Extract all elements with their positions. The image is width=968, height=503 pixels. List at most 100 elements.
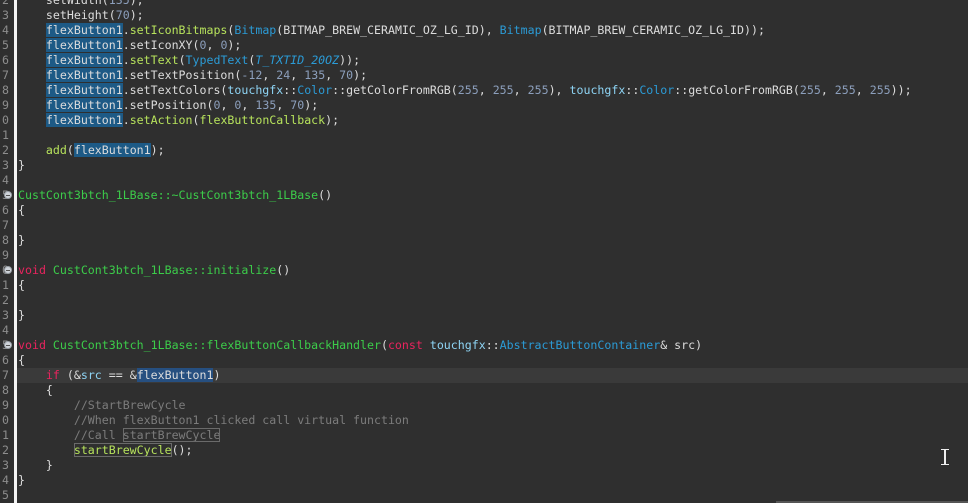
code-token: ); [353, 68, 368, 82]
code-line[interactable]: flexButton1.setIconXY(0, 0); [17, 38, 968, 53]
code-token: 135 [304, 68, 326, 82]
code-line[interactable] [17, 248, 968, 263]
code-token: flexButton1 [45, 113, 123, 127]
code-line[interactable]: CustCont3btch_1LBase::~CustCont3btch_1LB… [17, 188, 968, 203]
code-line[interactable] [17, 128, 968, 143]
line-number-text: 8 [2, 83, 9, 97]
line-number-text: 0 [2, 113, 9, 127]
code-line[interactable]: { [17, 383, 968, 398]
code-token: & src) [660, 338, 703, 352]
line-number-text: 7 [2, 68, 9, 82]
line-number: 2 [0, 0, 14, 8]
code-line[interactable]: flexButton1.setAction(flexButtonCallback… [17, 113, 968, 128]
code-token: setText [129, 53, 179, 67]
line-number-text: 3 [2, 458, 9, 472]
code-token: , [220, 98, 235, 112]
code-text: flexButton1.setAction(flexButtonCallback… [18, 113, 339, 128]
code-token: //Call [73, 428, 123, 442]
line-number: 2 [0, 143, 14, 158]
code-token: } [18, 308, 25, 322]
line-number-text: 2 [2, 443, 9, 457]
code-token: ( [66, 143, 74, 157]
line-number-text: 4 [2, 23, 9, 37]
code-token: touchgfx [227, 83, 284, 97]
code-line[interactable]: flexButton1.setIconBitmaps(Bitmap(BITMAP… [17, 23, 968, 38]
code-text: void CustCont3btch_1LBase::initialize() [18, 263, 290, 278]
code-line[interactable]: flexButton1.setText(TypedText(T_TXTID_20… [17, 53, 968, 68]
code-token: , [820, 83, 835, 97]
code-token: , [325, 68, 340, 82]
code-text: } [18, 308, 25, 323]
line-number-text: 7 [2, 218, 9, 232]
code-text: } [18, 158, 25, 173]
code-text: flexButton1.setTextColors(touchgfx::Colo… [18, 83, 912, 98]
code-line[interactable]: } [17, 473, 968, 488]
code-text: flexButton1.setText(TypedText(T_TXTID_20… [18, 53, 360, 68]
fold-collapse-icon[interactable] [4, 341, 12, 349]
code-line[interactable]: startBrewCycle(); [17, 443, 968, 458]
line-number-text: 4 [2, 323, 9, 337]
code-token: . [122, 113, 130, 127]
code-line[interactable]: } [17, 308, 968, 323]
code-token: == & [101, 368, 137, 382]
code-line[interactable] [17, 218, 968, 233]
code-text: flexButton1.setPosition(0, 0, 135, 70); [18, 98, 318, 113]
code-token: flexButton1 [45, 68, 123, 82]
code-token: )); [339, 53, 361, 67]
line-number: 3 [0, 308, 14, 323]
code-line[interactable]: } [17, 233, 968, 248]
code-line[interactable]: flexButton1.setTextColors(touchgfx::Colo… [17, 83, 968, 98]
code-token: void [18, 263, 46, 277]
code-line[interactable]: add(flexButton1); [17, 143, 968, 158]
code-text: } [18, 473, 25, 488]
code-token: ); [304, 98, 319, 112]
code-token: ( [192, 113, 200, 127]
code-line[interactable] [17, 293, 968, 308]
code-token: src [80, 368, 102, 382]
code-editor[interactable]: setWidth(135); setHeight(70); flexButton… [17, 0, 968, 503]
line-number-text: 5 [2, 38, 9, 52]
code-token: ); [150, 143, 165, 157]
code-line[interactable]: void CustCont3btch_1LBase::initialize() [17, 263, 968, 278]
code-line[interactable]: setWidth(135); [17, 0, 968, 8]
code-line[interactable]: //When flexButton1 clicked call virtual … [17, 413, 968, 428]
code-token: . [122, 23, 130, 37]
line-number: 8 [0, 233, 14, 248]
line-number-text: 8 [2, 233, 9, 247]
code-token: ); [129, 0, 144, 7]
line-number-text: 4 [2, 173, 9, 187]
code-line[interactable]: { [17, 278, 968, 293]
line-number-text: 9 [2, 248, 9, 262]
current-code-line[interactable]: if (&src == &flexButton1) [17, 368, 968, 383]
line-number: 5 [0, 488, 14, 503]
line-number: 9 [0, 248, 14, 263]
code-token: , [206, 38, 221, 52]
code-token: Color [639, 83, 675, 97]
code-line[interactable]: { [17, 353, 968, 368]
code-line[interactable]: { [17, 203, 968, 218]
code-line[interactable]: setHeight(70); [17, 8, 968, 23]
code-line[interactable]: } [17, 158, 968, 173]
line-number-gutter: 2345678901234567890123456789012345 [0, 0, 14, 503]
code-line[interactable]: //StartBrewCycle [17, 398, 968, 413]
fold-collapse-icon[interactable] [4, 191, 12, 199]
code-line[interactable] [17, 173, 968, 188]
line-number-text: 6 [2, 53, 9, 67]
code-line[interactable]: void CustCont3btch_1LBase::flexButtonCal… [17, 338, 968, 353]
code-token: 70 [290, 98, 305, 112]
code-token: flexButton1 [45, 38, 123, 52]
code-token: 24 [276, 68, 291, 82]
code-token: T_TXTID_20OZ [255, 53, 340, 67]
fold-collapse-icon[interactable] [4, 266, 12, 274]
code-line[interactable]: flexButton1.setTextPosition(-12, 24, 135… [17, 68, 968, 83]
code-line[interactable]: //Call startBrewCycle [17, 428, 968, 443]
code-line[interactable]: } [17, 458, 968, 473]
code-line[interactable]: flexButton1.setPosition(0, 0, 135, 70); [17, 98, 968, 113]
code-token: AbstractButtonContainer [499, 338, 661, 352]
code-line[interactable] [17, 323, 968, 338]
